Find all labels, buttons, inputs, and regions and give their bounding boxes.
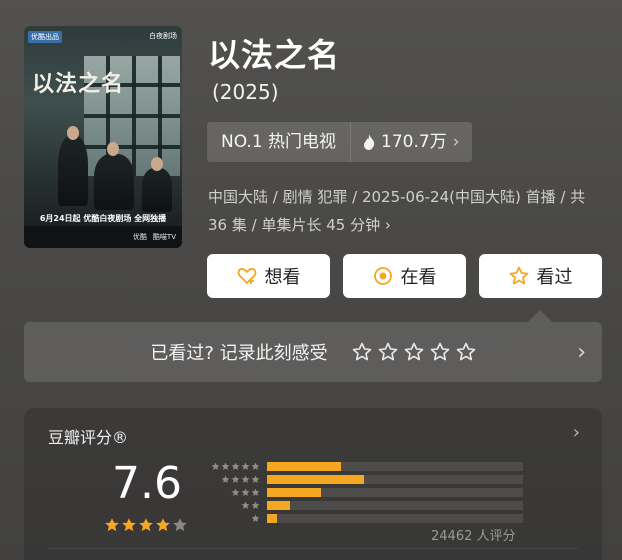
meta-text: 中国大陆 / 剧情 犯罪 / 2025-06-24(中国大陆) 首播 / 共 3… (208, 188, 586, 234)
rate-stars[interactable] (352, 342, 476, 362)
star-small-icon (231, 462, 240, 470)
rate-star-icon[interactable] (378, 342, 398, 362)
star-small-icon (241, 501, 250, 509)
record-pointer (528, 310, 552, 322)
rating-source: 豆瓣评分® (48, 428, 129, 447)
watching-button[interactable]: 在看 (343, 254, 466, 298)
star-empty-icon (173, 518, 187, 532)
rating-score: 7.6 (112, 458, 182, 509)
douban-rating-card[interactable]: 豆瓣评分® › 7.6 24462 人评分 (24, 408, 602, 560)
heat-indicator[interactable]: 170.7万 › (351, 122, 471, 162)
rating-bar-row (204, 460, 523, 473)
star-small-icon (231, 475, 240, 483)
poster-figure (94, 154, 134, 210)
rating-bar-row (204, 473, 523, 486)
rating-bar-fill (267, 475, 365, 484)
bar-star-label (204, 501, 260, 510)
star-filled-icon (122, 518, 136, 532)
target-icon (373, 267, 392, 285)
star-small-icon (251, 488, 260, 496)
want-to-watch-button[interactable]: 想看 (207, 254, 330, 298)
star-small-icon (221, 462, 230, 470)
star-small-icon (241, 475, 250, 483)
rank-badge[interactable]: NO.1 热门电视 (207, 122, 352, 162)
bar-star-label (204, 475, 260, 484)
flame-icon (364, 134, 375, 150)
rating-bar-track (267, 462, 523, 471)
rating-bar-track (267, 514, 523, 523)
action-buttons: 想看 在看 看过 (207, 254, 602, 298)
poster-image[interactable]: 优酷出品 白夜剧场 以法之名 6月24日起 优酷白夜剧场 全网独播 优酷 酷喵T… (24, 26, 182, 248)
rating-bar-row (204, 512, 523, 525)
rate-star-icon[interactable] (456, 342, 476, 362)
chevron-right-icon: › (384, 216, 391, 234)
star-small-icon (241, 488, 250, 496)
star-filled-icon (139, 518, 153, 532)
rating-bar-fill (267, 501, 291, 510)
poster-platform: 酷喵TV (152, 233, 176, 241)
rating-bar-fill (267, 488, 321, 497)
want-to-watch-label: 想看 (264, 267, 301, 288)
poster-platforms: 优酷 酷喵TV (24, 226, 182, 248)
star-small-icon (231, 488, 240, 496)
rating-bar-row (204, 499, 523, 512)
rating-count: 24462 人评分 (431, 529, 516, 544)
watching-label: 在看 (400, 267, 437, 288)
record-label: 已看过? 记录此刻感受 (150, 343, 328, 364)
rating-stars (104, 517, 188, 533)
rate-star-icon[interactable] (352, 342, 372, 362)
poster-date-line: 6月24日起 优酷白夜剧场 全网独播 (39, 214, 167, 223)
chevron-right-icon: › (572, 422, 580, 443)
chevron-right-icon: › (577, 340, 586, 365)
poster-platform: 优酷 (132, 233, 147, 241)
rate-star-icon[interactable] (404, 342, 424, 362)
rating-distribution (204, 460, 523, 525)
star-small-icon (221, 475, 230, 483)
rate-star-icon[interactable] (430, 342, 450, 362)
star-small-icon (241, 462, 250, 470)
poster-title-art: 以法之名 (32, 71, 125, 97)
release-year: (2025) (212, 80, 279, 104)
chevron-right-icon: › (452, 132, 460, 152)
record-feeling-bar[interactable]: 已看过? 记录此刻感受 › (24, 322, 602, 382)
poster-face (151, 157, 163, 171)
divider (48, 548, 578, 549)
chevron-right-icon[interactable]: › (576, 276, 596, 298)
rating-bar-track (267, 475, 523, 484)
poster-face (67, 126, 79, 140)
heart-plus-icon (237, 267, 256, 285)
rating-bar-fill (267, 514, 278, 523)
page-title: 以法之名 (208, 36, 341, 74)
poster-figure (142, 168, 172, 212)
bar-star-label (204, 462, 260, 471)
poster-figure (58, 136, 88, 206)
star-small-icon (251, 514, 260, 522)
rating-bar-track (267, 488, 523, 497)
star-small-icon (251, 475, 260, 483)
star-small-icon (251, 501, 260, 509)
heat-value: 170.7万 (381, 132, 447, 152)
poster-logo: 白夜剧场 (149, 32, 177, 40)
rating-bar-track (267, 501, 523, 510)
watched-label: 看过 (536, 267, 573, 288)
rating-bar-row (204, 486, 523, 499)
bar-star-label (204, 488, 260, 497)
rank-heat-box[interactable]: NO.1 热门电视 170.7万 › (207, 122, 472, 162)
star-filled-icon (156, 518, 170, 532)
rating-bar-fill (267, 462, 342, 471)
star-small-icon (211, 462, 220, 470)
poster-badge: 优酷出品 (28, 31, 62, 43)
star-filled-icon (105, 518, 119, 532)
poster-face (107, 142, 119, 156)
star-icon (509, 266, 528, 285)
show-meta[interactable]: 中国大陆 / 剧情 犯罪 / 2025-06-24(中国大陆) 首播 / 共 3… (208, 183, 608, 239)
bar-star-label (204, 514, 260, 523)
star-small-icon (251, 462, 260, 470)
